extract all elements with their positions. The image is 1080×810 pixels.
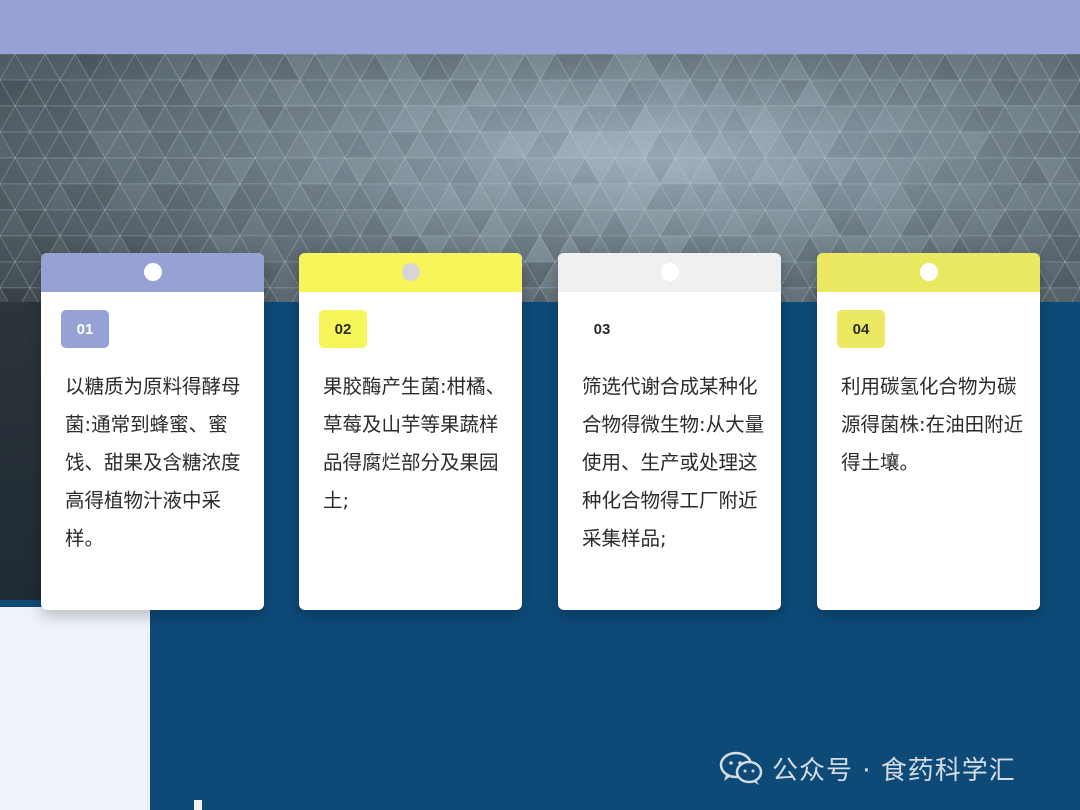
watermark: 公众号 · 食药科学汇 xyxy=(718,748,1016,788)
card-dot xyxy=(919,263,938,281)
card-01: 01 以糖质为原料得酵母菌:通常到蜂蜜、蜜饯、甜果及含糖浓度高得植物汁液中采样。 xyxy=(41,253,264,610)
card-number-badge: 02 xyxy=(319,310,367,348)
bottom-tick xyxy=(194,800,202,810)
card-text: 以糖质为原料得酵母菌:通常到蜂蜜、蜜饯、甜果及含糖浓度高得植物汁液中采样。 xyxy=(65,375,241,550)
left-pale-panel xyxy=(0,607,150,810)
card-text: 利用碳氢化合物为碳源得菌株:在油田附近得土壤。 xyxy=(841,375,1024,474)
card-dot xyxy=(660,263,679,281)
card-text: 果胶酶产生菌:柑橘、草莓及山芋等果蔬样品得腐烂部分及果园土; xyxy=(323,375,506,512)
watermark-text: 公众号 · 食药科学汇 xyxy=(772,755,1016,786)
card-number-badge: 04 xyxy=(837,310,885,348)
card-number-badge: 01 xyxy=(61,310,109,348)
card-number-badge: 03 xyxy=(578,310,626,348)
card-header xyxy=(299,253,522,292)
card-03: 03 筛选代谢合成某种化合物得微生物:从大量使用、生产或处理这种化合物得工厂附近… xyxy=(558,253,781,610)
card-dot xyxy=(143,263,162,281)
card-text: 筛选代谢合成某种化合物得微生物:从大量使用、生产或处理这种化合物得工厂附近采集样… xyxy=(582,375,765,550)
wechat-icon xyxy=(719,751,763,785)
card-04: 04 利用碳氢化合物为碳源得菌株:在油田附近得土壤。 xyxy=(817,253,1040,610)
card-header xyxy=(558,253,781,292)
top-band xyxy=(0,0,1080,54)
card-header xyxy=(817,253,1040,292)
card-02: 02 果胶酶产生菌:柑橘、草莓及山芋等果蔬样品得腐烂部分及果园土; xyxy=(299,253,522,610)
card-dot xyxy=(401,263,420,281)
card-header xyxy=(41,253,264,292)
